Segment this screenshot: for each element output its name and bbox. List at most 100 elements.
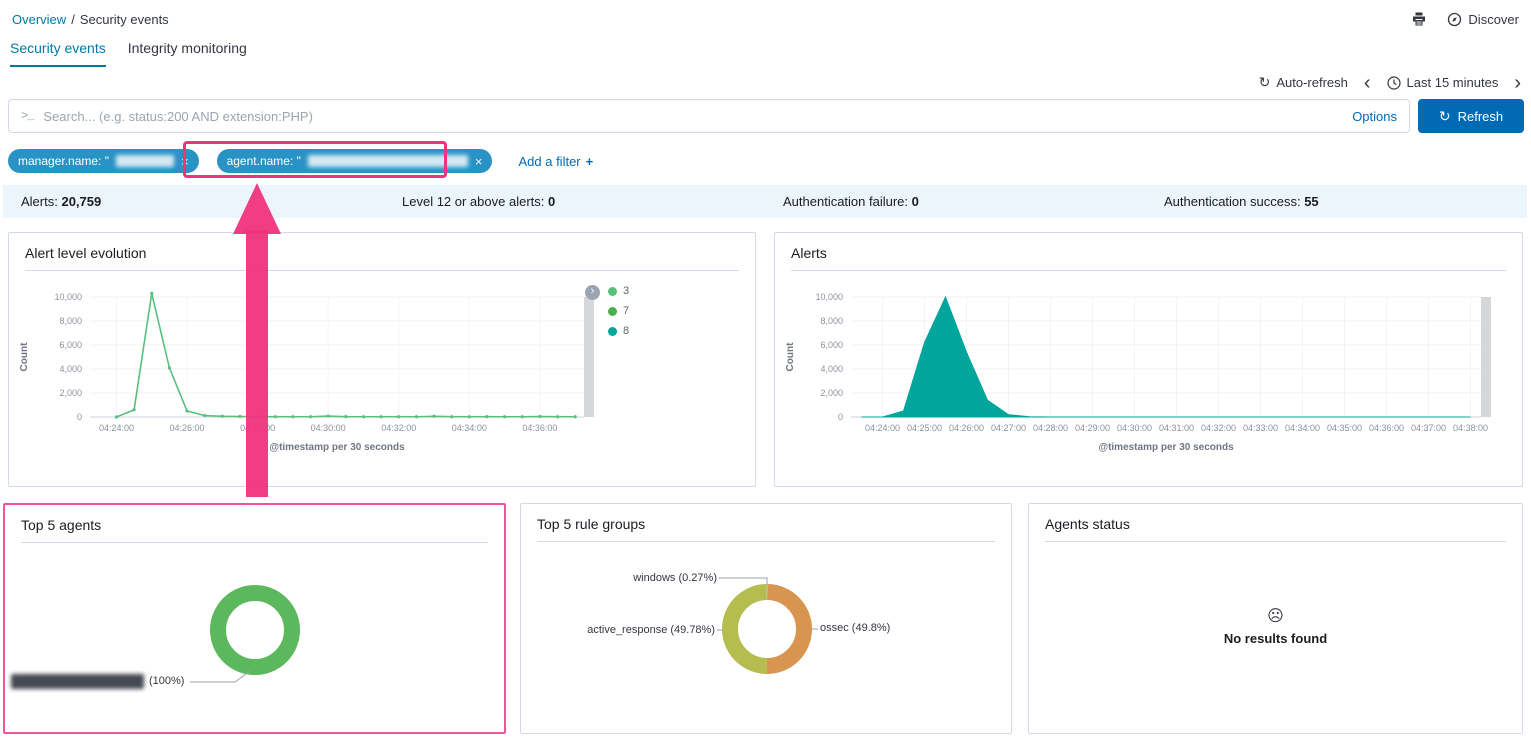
svg-text:04:34:00: 04:34:00 [452, 423, 487, 433]
stat-auth-failure: Authentication failure: 0 [765, 194, 1146, 209]
time-back-chevron-icon[interactable]: ‹ [1364, 76, 1371, 90]
svg-text:10,000: 10,000 [54, 292, 82, 302]
filter-remove-icon[interactable]: × [475, 154, 483, 169]
svg-text:04:26:00: 04:26:00 [170, 423, 205, 433]
svg-text:04:24:00: 04:24:00 [99, 423, 134, 433]
legend-label: 3 [623, 285, 629, 297]
redacted-agent-value [308, 155, 468, 167]
pie-label-ossec: ossec (49.8%) [820, 622, 890, 634]
legend-label: 8 [623, 325, 629, 337]
pie-label-active-response: active_response (49.78%) [587, 624, 715, 636]
svg-text:04:31:00: 04:31:00 [1159, 423, 1194, 433]
svg-text:8,000: 8,000 [59, 316, 82, 326]
filter-pill-agent-text: agent.name: " [227, 154, 301, 168]
refresh-label: Refresh [1458, 109, 1504, 124]
add-filter-label: Add a filter [518, 154, 580, 169]
refresh-icon: ↻ [1439, 108, 1451, 125]
svg-text:Count: Count [785, 342, 796, 372]
svg-text:04:29:00: 04:29:00 [1075, 423, 1110, 433]
svg-text:04:36:00: 04:36:00 [522, 423, 557, 433]
clock-icon [1387, 76, 1401, 90]
svg-text:@timestamp per 30 seconds: @timestamp per 30 seconds [1098, 442, 1234, 453]
svg-text:8,000: 8,000 [820, 316, 843, 326]
tab-security-events[interactable]: Security events [10, 40, 106, 67]
svg-text:4,000: 4,000 [59, 364, 82, 374]
svg-text:04:32:00: 04:32:00 [381, 423, 416, 433]
options-link[interactable]: Options [1352, 109, 1397, 124]
alert-level-evolution-chart[interactable]: 02,0004,0006,0008,00010,00004:24:0004:26… [13, 279, 753, 461]
legend-toggle-icon[interactable]: › [585, 285, 600, 300]
filter-bar: manager.name: " × agent.name: " × Add a … [8, 146, 593, 176]
rule-groups-donut-chart[interactable] [521, 504, 1009, 731]
auto-refresh-label: Auto-refresh [1276, 75, 1348, 90]
svg-text:2,000: 2,000 [59, 388, 82, 398]
add-filter-button[interactable]: Add a filter + [518, 154, 593, 169]
legend-label: 7 [623, 305, 629, 317]
legend-dot-icon [608, 307, 617, 316]
svg-text:Count: Count [19, 342, 30, 372]
time-range-label: Last 15 minutes [1407, 75, 1499, 90]
panel-title: Alert level evolution [25, 245, 739, 271]
filter-pill-manager-name[interactable]: manager.name: " × [8, 149, 199, 173]
panel-title: Alerts [791, 245, 1506, 271]
breadcrumb: Overview / Security events [12, 12, 169, 27]
tab-bar: Security events Integrity monitoring [10, 40, 247, 67]
svg-text:04:32:00: 04:32:00 [1201, 423, 1236, 433]
svg-text:04:28:00: 04:28:00 [240, 423, 275, 433]
svg-text:04:28:00: 04:28:00 [1033, 423, 1068, 433]
filter-pill-manager-text: manager.name: " [18, 154, 109, 168]
legend-dot-icon [608, 327, 617, 336]
time-controls: ↻ Auto-refresh ‹ Last 15 minutes › [1259, 74, 1521, 91]
svg-text:4,000: 4,000 [820, 364, 843, 374]
legend-item[interactable]: 7 [608, 305, 629, 317]
stat-value: 0 [548, 194, 555, 209]
panel-alerts: Alerts 02,0004,0006,0008,00010,00004:24:… [774, 232, 1523, 487]
svg-text:04:37:00: 04:37:00 [1411, 423, 1446, 433]
stat-value: 55 [1304, 194, 1318, 209]
pie-label-windows: windows (0.27%) [633, 572, 717, 584]
print-icon[interactable] [1411, 11, 1427, 27]
time-range-picker[interactable]: Last 15 minutes [1387, 75, 1499, 90]
redacted-manager-value [116, 155, 174, 167]
tab-integrity-monitoring[interactable]: Integrity monitoring [128, 40, 247, 67]
search-input[interactable] [43, 109, 1342, 124]
svg-text:04:25:00: 04:25:00 [907, 423, 942, 433]
alerts-chart[interactable]: 02,0004,0006,0008,00010,00004:24:0004:25… [779, 279, 1519, 461]
svg-text:04:33:00: 04:33:00 [1243, 423, 1278, 433]
svg-text:04:30:00: 04:30:00 [311, 423, 346, 433]
top-agents-donut-chart[interactable] [5, 505, 504, 732]
refresh-button[interactable]: ↻ Refresh [1418, 99, 1524, 133]
discover-label: Discover [1468, 12, 1519, 27]
svg-text:10,000: 10,000 [815, 292, 843, 302]
legend-dot-icon [608, 287, 617, 296]
svg-text:@timestamp per 30 seconds: @timestamp per 30 seconds [269, 442, 405, 453]
legend-item[interactable]: 8 [608, 325, 629, 337]
stat-label: Authentication failure: [783, 194, 908, 209]
time-forward-chevron-icon[interactable]: › [1514, 76, 1521, 90]
plus-icon: + [586, 154, 594, 169]
stat-value: 20,759 [61, 194, 101, 209]
auto-refresh-icon: ↻ [1259, 74, 1271, 91]
svg-text:0: 0 [838, 412, 843, 422]
discover-button[interactable]: Discover [1447, 12, 1519, 27]
security-events-page: Overview / Security events Discover Secu… [0, 0, 1531, 740]
svg-text:04:35:00: 04:35:00 [1327, 423, 1362, 433]
breadcrumb-current: Security events [80, 12, 169, 27]
filter-remove-icon[interactable]: × [181, 154, 189, 169]
legend-item[interactable]: 3 [608, 285, 629, 297]
breadcrumb-overview-link[interactable]: Overview [12, 12, 66, 27]
svg-text:04:27:00: 04:27:00 [991, 423, 1026, 433]
search-box: >_ Options [8, 99, 1410, 133]
svg-text:6,000: 6,000 [820, 340, 843, 350]
auto-refresh-button[interactable]: ↻ Auto-refresh [1259, 74, 1348, 91]
svg-text:04:24:00: 04:24:00 [865, 423, 900, 433]
stat-level-12: Level 12 or above alerts: 0 [384, 194, 765, 209]
search-row: >_ Options ↻ Refresh [8, 99, 1524, 133]
agents-status-panel: Agents status ☹ No results found [1028, 503, 1523, 734]
filter-pill-agent-name[interactable]: agent.name: " × [217, 149, 493, 173]
stat-alerts: Alerts: 20,759 [3, 194, 384, 209]
svg-text:04:34:00: 04:34:00 [1285, 423, 1320, 433]
top-rule-groups-panel: Top 5 rule groups windows (0.27%) ossec … [520, 503, 1012, 734]
svg-text:0: 0 [77, 412, 82, 422]
stats-bar: Alerts: 20,759 Level 12 or above alerts:… [3, 185, 1527, 218]
